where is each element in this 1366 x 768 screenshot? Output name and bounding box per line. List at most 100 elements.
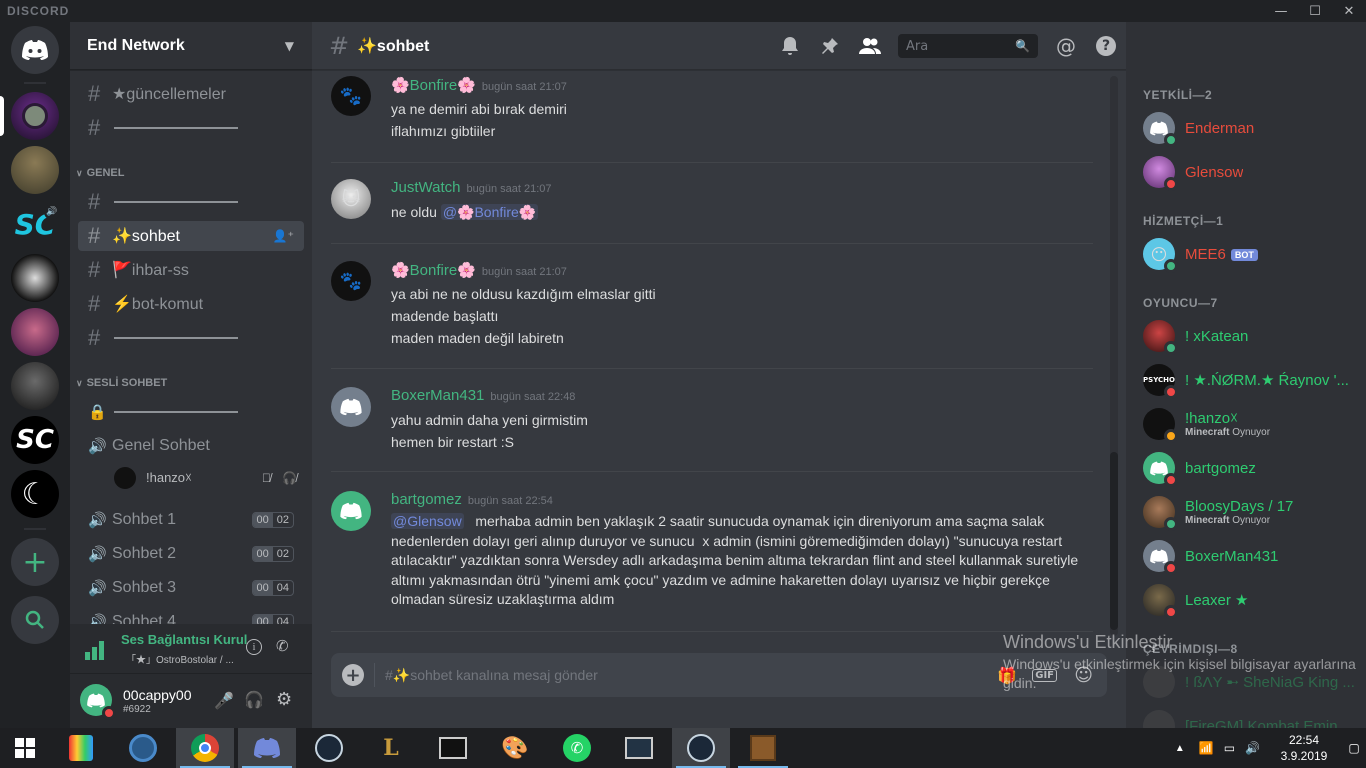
voice-channel-locked[interactable]: 🔒 [78,397,304,427]
minecraft-icon[interactable] [734,728,792,768]
channel-unnamed[interactable]: # [78,187,304,217]
bot-badge: BOT [1230,248,1258,261]
user-limit-badge: 00 02 [251,546,294,562]
voice-channel-genel-sohbet[interactable]: 🔊 Genel Sohbet [78,431,304,461]
invite-user-icon[interactable]: 👤⁺ [273,229,294,243]
disconnect-call-icon[interactable]: ✆ [276,637,289,655]
message-author[interactable]: bartgomez [391,491,462,508]
gear-icon[interactable]: ⚙ [276,689,292,710]
channel-sohbet[interactable]: # ✨sohbet 👤⁺ [78,221,304,251]
scrollbar-thumb[interactable] [1110,452,1118,630]
server-soldier-icon[interactable] [11,146,59,194]
voice-channel-path[interactable]: 「★」OstroBostolar / ... [126,651,234,666]
message-line: iflahımızı gibtiiler [391,123,496,139]
bell-icon[interactable] [770,36,810,56]
member-item[interactable]: Glensow [1143,152,1358,192]
member-item[interactable]: Leaxer ★ [1143,580,1358,620]
member-item[interactable]: [FireGM] Kombat Emin [1143,706,1358,728]
voice-channel-sohbet-2[interactable]: 🔊 Sohbet 2 00 02 [78,539,304,569]
monitor-app-icon[interactable] [610,728,668,768]
steam-open-icon[interactable] [672,728,730,768]
server-moon-icon[interactable]: ☾ [11,470,59,518]
status-indicator [1164,177,1178,191]
clock[interactable]: 22:54 3.9.2019 [1266,732,1342,764]
server-mask-icon[interactable] [11,254,59,302]
member-item[interactable]: bartgomez [1143,448,1358,488]
channel-ihbar-ss[interactable]: # 🚩ihbar-ss [78,255,304,285]
volume-icon[interactable]: 🔊 [1245,741,1260,755]
muted-mic-icon: 🎙̸ [262,471,271,485]
video-editor-icon[interactable] [424,728,482,768]
avatar[interactable]: 🐾 [331,261,371,301]
category-genel[interactable]: ∨ GENEL [76,167,125,179]
paint-icon[interactable]: 🎨 [486,728,544,768]
battery-icon[interactable]: ▭ [1224,741,1235,755]
message-author[interactable]: BoxerMan431 [391,387,484,404]
server-dark-icon[interactable] [11,362,59,410]
avatar[interactable] [80,684,116,720]
chrome-icon[interactable] [176,728,234,768]
member-list-icon[interactable] [850,37,890,55]
add-server-icon[interactable]: + [11,538,59,586]
user-mention[interactable]: @🌸Bonfire🌸 [440,204,539,220]
message-author[interactable]: JustWatch [391,179,460,196]
headphones-icon[interactable]: 🎧 [244,690,264,709]
avatar [114,467,136,489]
home-discord-icon[interactable] [11,26,59,74]
avatar[interactable]: 🐱 [331,179,371,219]
member-item[interactable]: Enderman [1143,108,1358,148]
tray-expand-icon[interactable]: ▲ [1175,743,1185,754]
minimize-icon[interactable]: — [1264,0,1298,22]
discord-taskbar-icon[interactable] [238,728,296,768]
colorful-app-icon[interactable] [52,728,110,768]
member-item[interactable]: !hanzo☓ Minecraft Oynuyor [1143,404,1358,444]
user-mention[interactable]: @Glensow [391,513,464,529]
server-end-network-icon[interactable] [11,92,59,140]
help-icon[interactable]: ? [1086,36,1126,56]
maximize-icon[interactable]: ☐ [1298,0,1332,22]
category-sesli-sohbet[interactable]: ∨ SESLİ SOHBET [76,377,167,389]
message-timestamp: bugün saat 22:54 [467,495,553,507]
user-limit-badge: 00 04 [251,580,294,596]
channel-bot-komut[interactable]: # ⚡bot-komut [78,289,304,319]
windows-start-icon[interactable] [0,728,50,768]
channel-unnamed[interactable]: # [78,113,304,143]
member-item[interactable]: PSYCHO ! ★.ŃØRM.★ Ŕaynov '... [1143,360,1358,400]
message-author[interactable]: 🌸Bonfire🌸 [391,76,476,94]
voice-channel-sohbet-3[interactable]: 🔊 Sohbet 3 00 04 [78,573,304,603]
server-girl-icon[interactable] [11,308,59,356]
member-item[interactable]: BloosyDays / 17 Minecraft Oynuyor [1143,492,1358,532]
steam-icon[interactable] [300,728,358,768]
voice-channel-sohbet-1[interactable]: 🔊 Sohbet 1 00 02 [78,505,304,535]
network-icon[interactable]: 📶 [1199,741,1214,755]
server-sc-black-icon[interactable]: SC [11,416,59,464]
member-item[interactable]: 😶 MEE6 BOT [1143,234,1358,274]
search-input[interactable]: Ara 🔍 [898,34,1038,58]
message-author[interactable]: 🌸Bonfire🌸 [391,261,476,279]
microphone-icon[interactable]: 🎤 [214,691,234,710]
avatar[interactable]: 🐾 [331,76,371,116]
channel-unnamed[interactable]: # [78,323,304,353]
avatar[interactable] [331,387,371,427]
member-item[interactable]: BoxerMan431 [1143,536,1358,576]
league-of-legends-icon[interactable]: L [362,728,420,768]
channel-guncellemeler[interactable]: # ★güncellemeler [78,79,304,109]
teamspeak-icon[interactable] [114,728,172,768]
message-line: maden maden değil labiretn [391,330,564,346]
avatar[interactable] [331,491,371,531]
voice-channel-sohbet-4[interactable]: 🔊 Sohbet 4 00 04 [78,607,304,624]
voice-user[interactable]: !hanzo☓ 🎙̸ 🎧̸ [114,467,297,489]
notifications-icon[interactable]: ▢ [1342,728,1366,768]
mention-icon[interactable]: @ [1046,34,1086,58]
pin-icon[interactable] [810,37,850,55]
channel-label: Sohbet 3 [112,579,177,596]
channel-label: Sohbet 2 [112,545,177,562]
close-icon[interactable]: ✕ [1332,0,1366,22]
server-header[interactable]: End Network ▼ [70,22,312,70]
whatsapp-icon[interactable]: ✆ [548,728,606,768]
member-item[interactable]: ! xKatean [1143,316,1358,356]
explore-search-icon[interactable] [11,596,59,644]
info-icon[interactable]: i [246,639,262,655]
message-composer[interactable]: + #✨sohbet kanalına mesaj gönder 🎁 GIF ☺ [331,653,1107,697]
upload-plus-icon[interactable]: + [342,664,364,686]
